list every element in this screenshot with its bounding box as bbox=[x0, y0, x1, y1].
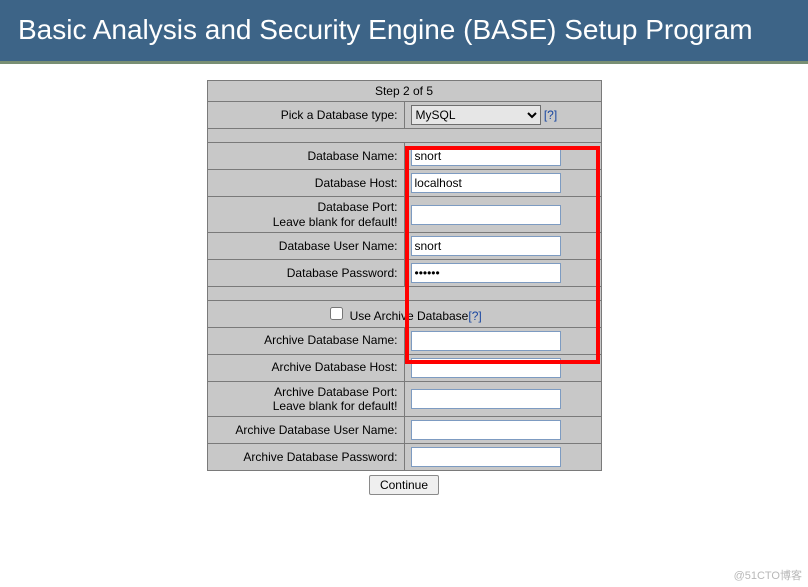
archive-toggle-row: Use Archive Database[?] bbox=[207, 301, 601, 327]
archive-help-link[interactable]: [?] bbox=[468, 309, 481, 323]
db-type-select[interactable]: MySQL bbox=[411, 105, 541, 125]
arc-user-label: Archive Database User Name: bbox=[207, 417, 404, 444]
db-type-label: Pick a Database type: bbox=[207, 102, 404, 129]
setup-table: Step 2 of 5 Pick a Database type: MySQL … bbox=[207, 80, 602, 471]
db-type-help-link[interactable]: [?] bbox=[544, 108, 557, 122]
db-name-input[interactable] bbox=[411, 146, 561, 166]
db-user-label: Database User Name: bbox=[207, 233, 404, 260]
arc-user-input[interactable] bbox=[411, 420, 561, 440]
arc-pass-input[interactable] bbox=[411, 447, 561, 467]
db-port-label-line2: Leave blank for default! bbox=[273, 215, 398, 229]
spacer bbox=[207, 287, 601, 301]
db-host-label: Database Host: bbox=[207, 170, 404, 197]
arc-name-label: Archive Database Name: bbox=[207, 327, 404, 354]
db-port-label: Database Port: Leave blank for default! bbox=[207, 197, 404, 233]
page-title: Basic Analysis and Security Engine (BASE… bbox=[18, 14, 753, 45]
step-title: Step 2 of 5 bbox=[207, 81, 601, 102]
arc-port-label: Archive Database Port: Leave blank for d… bbox=[207, 381, 404, 417]
watermark: @51CTO博客 bbox=[734, 567, 802, 583]
arc-port-label-line2: Leave blank for default! bbox=[273, 399, 398, 413]
setup-form: Step 2 of 5 Pick a Database type: MySQL … bbox=[207, 80, 602, 495]
db-pass-input[interactable] bbox=[411, 263, 561, 283]
archive-checkbox-label: Use Archive Database bbox=[350, 309, 469, 323]
arc-host-label: Archive Database Host: bbox=[207, 354, 404, 381]
archive-checkbox[interactable] bbox=[330, 307, 343, 320]
db-name-label: Database Name: bbox=[207, 143, 404, 170]
db-port-input[interactable] bbox=[411, 205, 561, 225]
arc-port-label-line1: Archive Database Port: bbox=[274, 385, 397, 399]
db-port-label-line1: Database Port: bbox=[317, 200, 397, 214]
page-header: Basic Analysis and Security Engine (BASE… bbox=[0, 0, 808, 64]
spacer bbox=[207, 129, 601, 143]
continue-row: Continue bbox=[207, 475, 602, 495]
db-user-input[interactable] bbox=[411, 236, 561, 256]
db-host-input[interactable] bbox=[411, 173, 561, 193]
arc-port-input[interactable] bbox=[411, 389, 561, 409]
arc-host-input[interactable] bbox=[411, 358, 561, 378]
arc-name-input[interactable] bbox=[411, 331, 561, 351]
db-pass-label: Database Password: bbox=[207, 260, 404, 287]
arc-pass-label: Archive Database Password: bbox=[207, 444, 404, 471]
continue-button[interactable]: Continue bbox=[369, 475, 439, 495]
db-type-cell: MySQL [?] bbox=[404, 102, 601, 129]
